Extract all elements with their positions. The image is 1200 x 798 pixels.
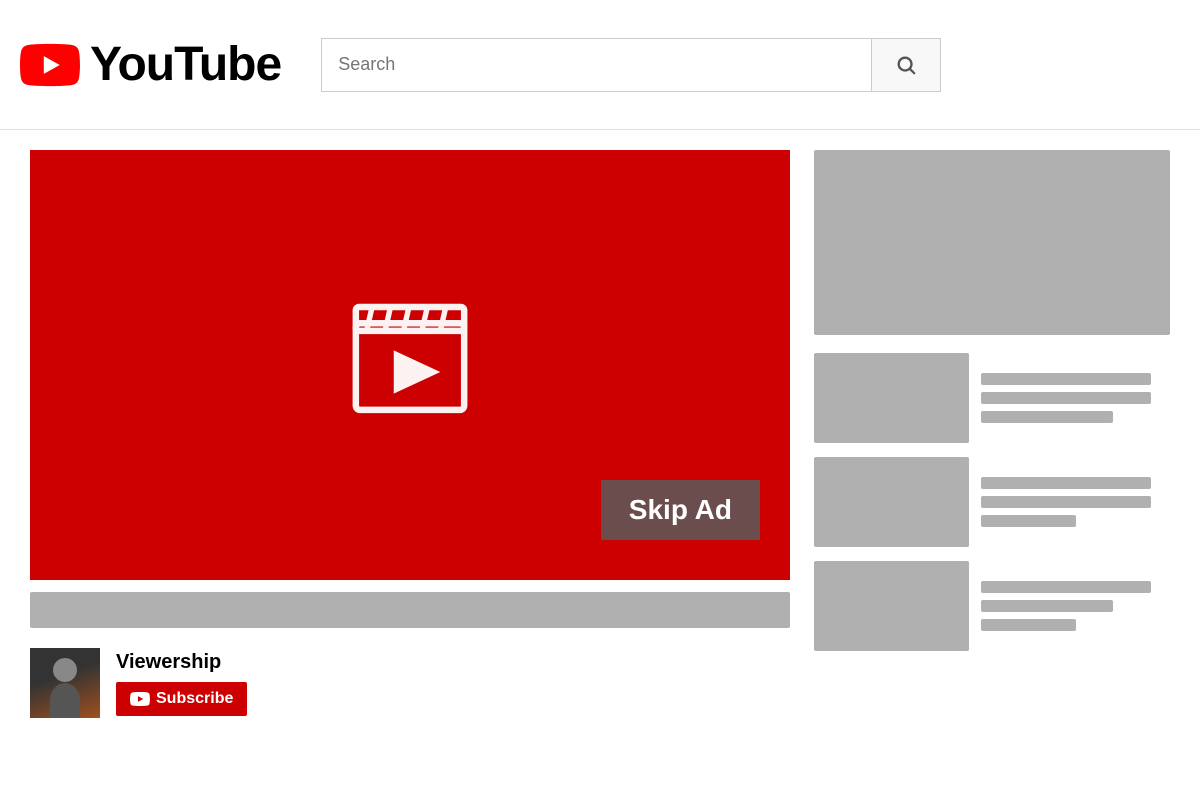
film-clapper-icon <box>345 291 475 421</box>
rec-title-line3 <box>981 411 1113 423</box>
logo-area: YouTube <box>20 35 281 95</box>
youtube-logo-icon <box>20 35 80 95</box>
rec-thumbnail <box>814 561 969 651</box>
rec-title-line1 <box>981 477 1151 489</box>
rec-item[interactable] <box>814 457 1170 547</box>
search-icon <box>895 54 917 76</box>
video-icon <box>345 291 475 426</box>
rec-item[interactable] <box>814 561 1170 651</box>
left-column: Skip Ad Viewership Subscribe <box>30 150 790 778</box>
rec-title-line3 <box>981 619 1076 631</box>
rec-meta <box>981 353 1170 443</box>
main-content: Skip Ad Viewership Subscribe <box>0 130 1200 798</box>
rec-title-line1 <box>981 373 1151 385</box>
logo-text: YouTube <box>90 37 281 92</box>
channel-row: Viewership Subscribe <box>30 640 790 726</box>
rec-meta <box>981 561 1170 651</box>
skip-ad-button[interactable]: Skip Ad <box>601 480 760 540</box>
channel-name: Viewership <box>116 651 247 674</box>
subscribe-label: Subscribe <box>156 690 233 708</box>
subscribe-yt-icon <box>130 692 150 706</box>
search-input[interactable] <box>321 38 871 92</box>
recommended-list <box>814 353 1170 651</box>
channel-avatar <box>30 648 100 718</box>
rec-title-line1 <box>981 581 1151 593</box>
rec-title-line2 <box>981 496 1151 508</box>
header: YouTube <box>0 0 1200 130</box>
rec-title-line3 <box>981 515 1076 527</box>
banner-advertisement <box>814 150 1170 335</box>
rec-meta <box>981 457 1170 547</box>
search-area <box>321 38 941 92</box>
rec-thumbnail <box>814 353 969 443</box>
channel-info: Viewership Subscribe <box>116 651 247 716</box>
video-progress-bar[interactable] <box>30 592 790 628</box>
rec-title-line2 <box>981 600 1113 612</box>
search-button[interactable] <box>871 38 941 92</box>
rec-thumbnail <box>814 457 969 547</box>
rec-item[interactable] <box>814 353 1170 443</box>
rec-title-line2 <box>981 392 1151 404</box>
subscribe-button[interactable]: Subscribe <box>116 682 247 716</box>
right-column <box>814 150 1170 778</box>
video-player[interactable]: Skip Ad <box>30 150 790 580</box>
